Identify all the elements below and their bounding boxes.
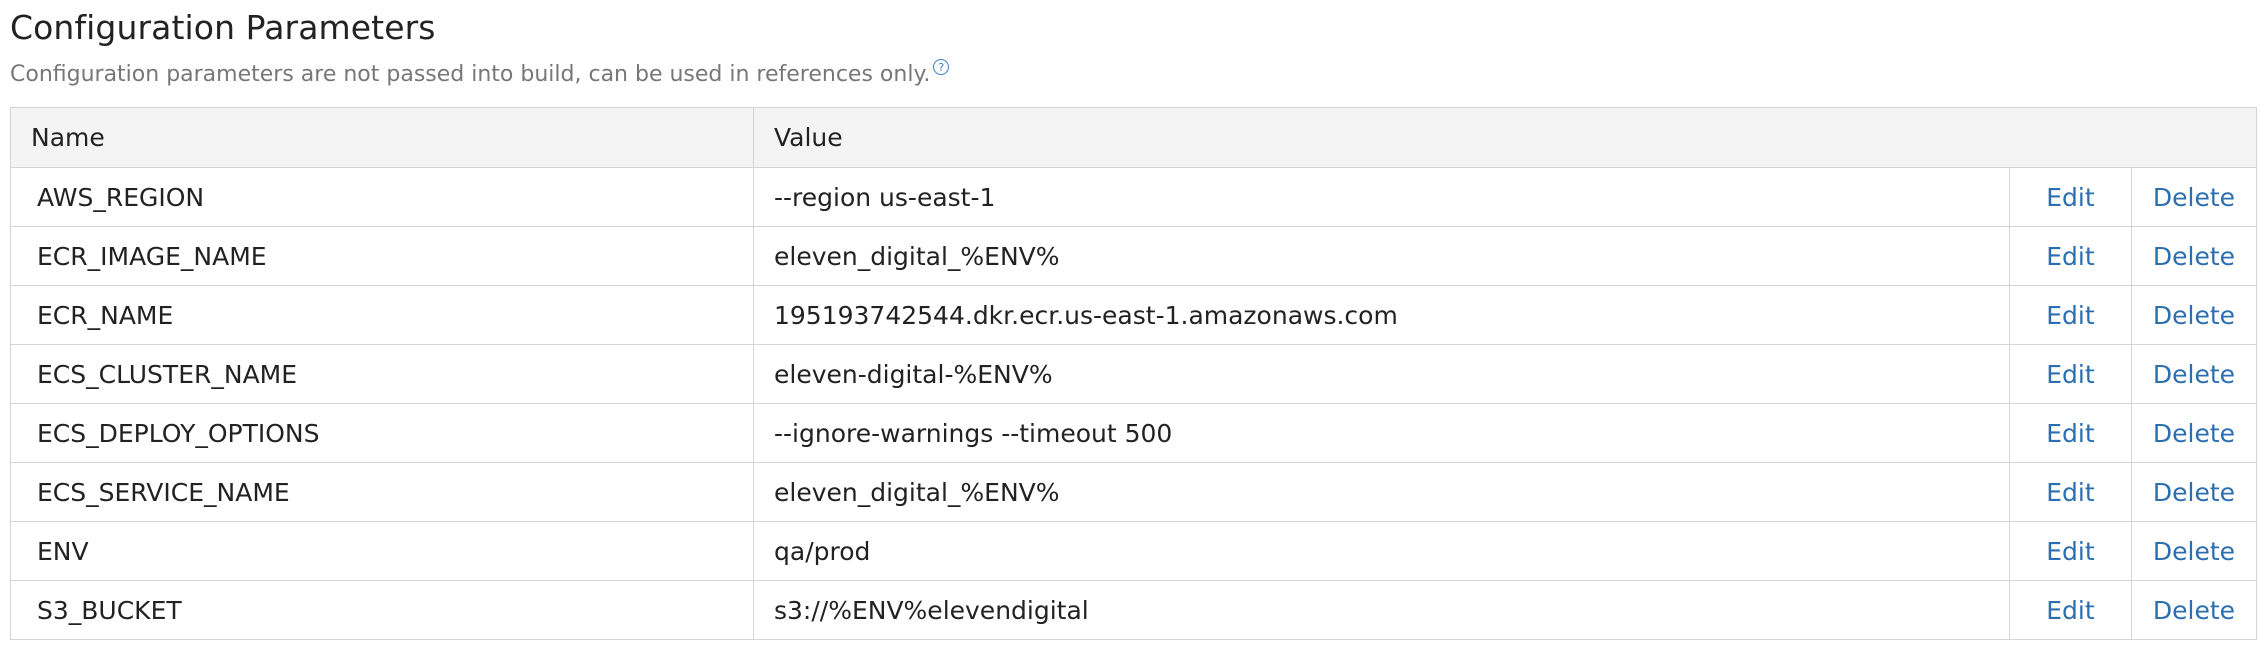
parameter-name: ECR_NAME [10, 285, 754, 345]
edit-link[interactable]: Edit [2046, 419, 2094, 448]
parameter-value: s3://%ENV%elevendigital [753, 580, 2010, 640]
delete-link[interactable]: Delete [2153, 301, 2235, 330]
delete-link[interactable]: Delete [2153, 478, 2235, 507]
parameter-name: ENV [10, 521, 754, 581]
edit-link[interactable]: Edit [2046, 478, 2094, 507]
section-description: Configuration parameters are not passed … [10, 59, 2258, 89]
edit-link[interactable]: Edit [2046, 183, 2094, 212]
edit-link[interactable]: Edit [2046, 360, 2094, 389]
parameter-name: AWS_REGION [10, 167, 754, 227]
delete-link[interactable]: Delete [2153, 360, 2235, 389]
table-row: ENV qa/prod Edit Delete [10, 521, 2258, 581]
parameter-name: ECR_IMAGE_NAME [10, 226, 754, 286]
parameter-value: --region us-east-1 [753, 167, 2010, 227]
edit-link[interactable]: Edit [2046, 301, 2094, 330]
configuration-parameters-section: Configuration Parameters Configuration p… [0, 0, 2258, 640]
table-row: ECR_NAME 195193742544.dkr.ecr.us-east-1.… [10, 285, 2258, 345]
parameter-value: --ignore-warnings --timeout 500 [753, 403, 2010, 463]
page-title: Configuration Parameters [10, 8, 436, 47]
parameter-name: ECS_CLUSTER_NAME [10, 344, 754, 404]
table-row: S3_BUCKET s3://%ENV%elevendigital Edit D… [10, 580, 2258, 640]
section-description-text: Configuration parameters are not passed … [10, 62, 931, 87]
parameter-value: eleven_digital_%ENV% [753, 226, 2010, 286]
table-row: AWS_REGION --region us-east-1 Edit Delet… [10, 167, 2258, 227]
table-row: ECS_SERVICE_NAME eleven_digital_%ENV% Ed… [10, 462, 2258, 522]
parameter-value: 195193742544.dkr.ecr.us-east-1.amazonaws… [753, 285, 2010, 345]
delete-link[interactable]: Delete [2153, 419, 2235, 448]
parameter-name: ECS_SERVICE_NAME [10, 462, 754, 522]
parameter-name: S3_BUCKET [10, 580, 754, 640]
parameter-value: qa/prod [753, 521, 2010, 581]
table-header-row: Name Value [10, 107, 2257, 168]
question-circle-icon[interactable]: ? [933, 59, 950, 75]
edit-link[interactable]: Edit [2046, 537, 2094, 566]
table-row: ECS_DEPLOY_OPTIONS --ignore-warnings --t… [10, 403, 2258, 463]
table-body: AWS_REGION --region us-east-1 Edit Delet… [10, 167, 2258, 640]
parameter-name: ECS_DEPLOY_OPTIONS [10, 403, 754, 463]
delete-link[interactable]: Delete [2153, 596, 2235, 625]
table-row: ECS_CLUSTER_NAME eleven-digital-%ENV% Ed… [10, 344, 2258, 404]
edit-link[interactable]: Edit [2046, 242, 2094, 271]
delete-link[interactable]: Delete [2153, 242, 2235, 271]
column-header-value[interactable]: Value [753, 107, 2257, 168]
delete-link[interactable]: Delete [2153, 183, 2235, 212]
edit-link[interactable]: Edit [2046, 596, 2094, 625]
delete-link[interactable]: Delete [2153, 537, 2235, 566]
parameter-value: eleven-digital-%ENV% [753, 344, 2010, 404]
parameter-value: eleven_digital_%ENV% [753, 462, 2010, 522]
column-header-name[interactable]: Name [10, 107, 754, 168]
parameters-table: Name Value AWS_REGION --region us-east-1… [10, 107, 2258, 640]
table-row: ECR_IMAGE_NAME eleven_digital_%ENV% Edit… [10, 226, 2258, 286]
